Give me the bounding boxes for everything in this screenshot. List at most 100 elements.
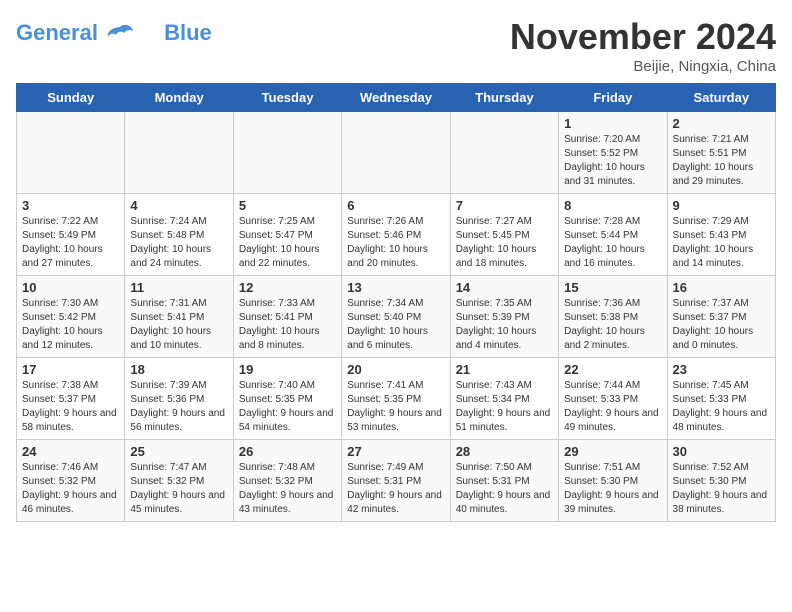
day-number: 6 (347, 198, 444, 213)
calendar-cell: 18Sunrise: 7:39 AMSunset: 5:36 PMDayligh… (125, 358, 233, 440)
day-number: 12 (239, 280, 336, 295)
calendar-cell: 16 Sunrise: 7:37 AMSunset: 5:37 PMDayligh… (667, 276, 775, 358)
title-block: November 2024 Beijie, Ningxia, China (510, 16, 776, 75)
calendar-cell (342, 112, 450, 194)
calendar-cell: 10Sunrise: 7:30 AMSunset: 5:42 PMDayligh… (17, 276, 125, 358)
day-info: Sunrise: 7:50 AMSunset: 5:31 PMDaylight:… (456, 461, 553, 517)
day-number: 15 (564, 280, 661, 295)
day-info: Sunrise: 7:43 AMSunset: 5:34 PMDaylight:… (456, 379, 553, 435)
day-info: Sunrise: 7:41 AMSunset: 5:35 PMDaylight:… (347, 379, 444, 435)
day-info: Sunrise: 7:26 AMSunset: 5:46 PMDaylight:… (347, 215, 444, 271)
day-number: 21 (456, 362, 553, 377)
calendar-cell: 7 Sunrise: 7:27 AMSunset: 5:45 PMDaylight… (450, 194, 558, 276)
day-info: Sunrise: 7:35 AMSunset: 5:39 PMDaylight:… (456, 297, 553, 353)
calendar-cell: 11Sunrise: 7:31 AMSunset: 5:41 PMDayligh… (125, 276, 233, 358)
day-info: Sunrise: 7:51 AMSunset: 5:30 PMDaylight:… (564, 461, 661, 517)
day-number: 16 (673, 280, 770, 295)
day-header-sunday: Sunday (17, 84, 125, 112)
day-info: Sunrise: 7:28 AMSunset: 5:44 PMDaylight:… (564, 215, 661, 271)
day-number: 10 (22, 280, 119, 295)
day-number: 25 (130, 444, 227, 459)
day-info: Sunrise: 7:37 AMSunset: 5:37 PMDaylight:… (673, 297, 770, 353)
day-number: 20 (347, 362, 444, 377)
week-row-3: 10Sunrise: 7:30 AMSunset: 5:42 PMDayligh… (17, 276, 776, 358)
week-row-4: 17Sunrise: 7:38 AMSunset: 5:37 PMDayligh… (17, 358, 776, 440)
week-row-1: 1 Sunrise: 7:20 AMSunset: 5:52 PMDaylight… (17, 112, 776, 194)
day-number: 23 (673, 362, 770, 377)
calendar-cell: 17Sunrise: 7:38 AMSunset: 5:37 PMDayligh… (17, 358, 125, 440)
calendar-cell: 27Sunrise: 7:49 AMSunset: 5:31 PMDayligh… (342, 440, 450, 522)
day-number: 3 (22, 198, 119, 213)
day-number: 8 (564, 198, 661, 213)
calendar-table: SundayMondayTuesdayWednesdayThursdayFrid… (16, 83, 776, 522)
day-number: 27 (347, 444, 444, 459)
calendar-cell (450, 112, 558, 194)
calendar-cell: 6 Sunrise: 7:26 AMSunset: 5:46 PMDaylight… (342, 194, 450, 276)
day-info: Sunrise: 7:29 AMSunset: 5:43 PMDaylight:… (673, 215, 770, 271)
day-info: Sunrise: 7:52 AMSunset: 5:30 PMDaylight:… (673, 461, 770, 517)
calendar-cell: 21 Sunrise: 7:43 AMSunset: 5:34 PMDayligh… (450, 358, 558, 440)
logo-general: General (16, 20, 98, 45)
location: Beijie, Ningxia, China (510, 58, 776, 75)
calendar-cell: 26 Sunrise: 7:48 AMSunset: 5:32 PMDayligh… (233, 440, 341, 522)
calendar-cell: 13 Sunrise: 7:34 AMSunset: 5:40 PMDayligh… (342, 276, 450, 358)
logo: General Blue (16, 20, 212, 46)
calendar-header-row: SundayMondayTuesdayWednesdayThursdayFrid… (17, 84, 776, 112)
calendar-cell: 2 Sunrise: 7:21 AMSunset: 5:51 PMDaylight… (667, 112, 775, 194)
day-header-monday: Monday (125, 84, 233, 112)
calendar-cell: 28 Sunrise: 7:50 AMSunset: 5:31 PMDayligh… (450, 440, 558, 522)
day-number: 2 (673, 116, 770, 131)
day-info: Sunrise: 7:21 AMSunset: 5:51 PMDaylight:… (673, 133, 770, 189)
day-info: Sunrise: 7:31 AMSunset: 5:41 PMDaylight:… (130, 297, 227, 353)
day-info: Sunrise: 7:20 AMSunset: 5:52 PMDaylight:… (564, 133, 661, 189)
day-number: 29 (564, 444, 661, 459)
calendar-cell: 9Sunrise: 7:29 AMSunset: 5:43 PMDaylight… (667, 194, 775, 276)
day-info: Sunrise: 7:25 AMSunset: 5:47 PMDaylight:… (239, 215, 336, 271)
day-info: Sunrise: 7:34 AMSunset: 5:40 PMDaylight:… (347, 297, 444, 353)
week-row-2: 3Sunrise: 7:22 AMSunset: 5:49 PMDaylight… (17, 194, 776, 276)
day-number: 1 (564, 116, 661, 131)
day-info: Sunrise: 7:27 AMSunset: 5:45 PMDaylight:… (456, 215, 553, 271)
calendar-cell: 8 Sunrise: 7:28 AMSunset: 5:44 PMDaylight… (559, 194, 667, 276)
calendar-cell: 1 Sunrise: 7:20 AMSunset: 5:52 PMDaylight… (559, 112, 667, 194)
calendar-cell: 15 Sunrise: 7:36 AMSunset: 5:38 PMDayligh… (559, 276, 667, 358)
calendar-cell: 14Sunrise: 7:35 AMSunset: 5:39 PMDayligh… (450, 276, 558, 358)
calendar-cell (17, 112, 125, 194)
calendar-cell (233, 112, 341, 194)
calendar-cell: 4 Sunrise: 7:24 AMSunset: 5:48 PMDaylight… (125, 194, 233, 276)
day-header-thursday: Thursday (450, 84, 558, 112)
day-header-wednesday: Wednesday (342, 84, 450, 112)
day-number: 22 (564, 362, 661, 377)
day-number: 18 (130, 362, 227, 377)
calendar-cell: 19 Sunrise: 7:40 AMSunset: 5:35 PMDayligh… (233, 358, 341, 440)
day-info: Sunrise: 7:46 AMSunset: 5:32 PMDaylight:… (22, 461, 119, 517)
day-info: Sunrise: 7:44 AMSunset: 5:33 PMDaylight:… (564, 379, 661, 435)
day-number: 4 (130, 198, 227, 213)
calendar-cell: 23Sunrise: 7:45 AMSunset: 5:33 PMDayligh… (667, 358, 775, 440)
day-info: Sunrise: 7:24 AMSunset: 5:48 PMDaylight:… (130, 215, 227, 271)
day-number: 30 (673, 444, 770, 459)
page-header: General Blue November 2024 Beijie, Ningx… (16, 16, 776, 75)
day-header-friday: Friday (559, 84, 667, 112)
day-header-saturday: Saturday (667, 84, 775, 112)
day-info: Sunrise: 7:48 AMSunset: 5:32 PMDaylight:… (239, 461, 336, 517)
calendar-cell: 22 Sunrise: 7:44 AMSunset: 5:33 PMDayligh… (559, 358, 667, 440)
day-number: 28 (456, 444, 553, 459)
day-info: Sunrise: 7:33 AMSunset: 5:41 PMDaylight:… (239, 297, 336, 353)
calendar-cell: 29 Sunrise: 7:51 AMSunset: 5:30 PMDayligh… (559, 440, 667, 522)
day-number: 7 (456, 198, 553, 213)
calendar-cell: 25 Sunrise: 7:47 AMSunset: 5:32 PMDayligh… (125, 440, 233, 522)
day-info: Sunrise: 7:36 AMSunset: 5:38 PMDaylight:… (564, 297, 661, 353)
day-number: 17 (22, 362, 119, 377)
calendar-cell: 24Sunrise: 7:46 AMSunset: 5:32 PMDayligh… (17, 440, 125, 522)
day-number: 26 (239, 444, 336, 459)
day-number: 13 (347, 280, 444, 295)
day-header-tuesday: Tuesday (233, 84, 341, 112)
day-info: Sunrise: 7:40 AMSunset: 5:35 PMDaylight:… (239, 379, 336, 435)
day-number: 19 (239, 362, 336, 377)
day-info: Sunrise: 7:47 AMSunset: 5:32 PMDaylight:… (130, 461, 227, 517)
calendar-cell: 12 Sunrise: 7:33 AMSunset: 5:41 PMDayligh… (233, 276, 341, 358)
calendar-cell: 3Sunrise: 7:22 AMSunset: 5:49 PMDaylight… (17, 194, 125, 276)
calendar-cell: 30 Sunrise: 7:52 AMSunset: 5:30 PMDayligh… (667, 440, 775, 522)
calendar-cell: 20 Sunrise: 7:41 AMSunset: 5:35 PMDayligh… (342, 358, 450, 440)
